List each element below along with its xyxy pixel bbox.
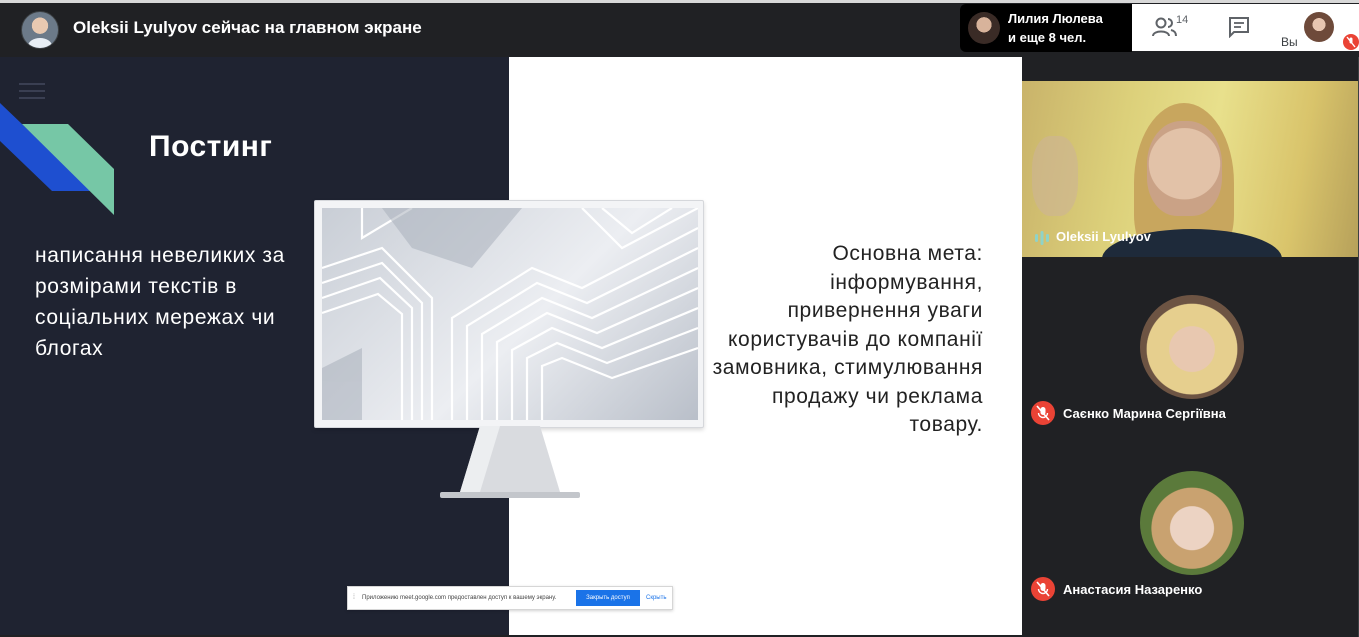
speaker-avatar [968, 12, 1000, 44]
presenter-avatar [21, 11, 59, 49]
share-message: Приложению meet.google.com предоставлен … [362, 595, 557, 601]
presenting-title: Oleksii Lyulyov сейчас на главном экране [73, 18, 422, 37]
participant-avatar [1140, 471, 1244, 575]
maze-artwork [322, 208, 698, 420]
slide-decoration-stripes [0, 103, 114, 215]
monitor-illustration [312, 200, 704, 500]
meeting-controls: 14 Вы [1132, 4, 1359, 51]
meeting-top-bar: Oleksii Lyulyov сейчас на главном экране… [0, 0, 1359, 57]
screen-share-notification: ⁞ Приложению meet.google.com предоставле… [347, 586, 673, 610]
people-count-badge: 14 [1176, 14, 1189, 26]
hide-link[interactable]: Скрыть [646, 595, 666, 601]
self-label: Вы [1281, 35, 1298, 49]
participant-name: Саєнко Марина Сергіївна [1063, 406, 1226, 421]
participant-tile[interactable]: Анастасия Назаренко [1022, 457, 1359, 633]
participant-tile-video[interactable]: Oleksii Lyulyov [1022, 81, 1359, 257]
audio-level-icon [1035, 231, 1049, 245]
participant-avatar [1140, 295, 1244, 399]
drag-handle-icon[interactable]: ⁞ [353, 594, 355, 601]
video-person-face [1147, 121, 1222, 216]
participants-column: Oleksii Lyulyov Саєнко Марина Сергіївна … [1022, 57, 1359, 637]
people-icon [1152, 17, 1177, 37]
mic-off-icon [1031, 577, 1055, 601]
participant-name: Анастасия Назаренко [1063, 582, 1203, 597]
slide-left-text: написання невеликих за розмірами текстів… [35, 244, 285, 360]
chat-button[interactable] [1228, 16, 1254, 40]
participant-name: Oleksii Lyulyov [1056, 229, 1151, 244]
monitor-stand [440, 426, 580, 498]
self-mic-off-icon [1343, 34, 1359, 50]
shared-screen-slide: Постинг написання невеликих за розмірами… [0, 57, 1022, 635]
speaker-more-count: и еще 8 чел. [1008, 30, 1087, 45]
menu-icon [19, 83, 45, 99]
monitor-screen [314, 200, 704, 428]
stop-sharing-button[interactable]: Закрыть доступ [576, 590, 640, 606]
window-edge [0, 0, 1359, 3]
chat-icon [1229, 17, 1249, 39]
video-person-hand [1032, 136, 1078, 216]
participant-tile[interactable]: Саєнко Марина Сергіївна [1022, 281, 1359, 457]
mic-off-icon [1031, 401, 1055, 425]
active-speakers-chip[interactable]: Лилия Люлева и еще 8 чел. [960, 4, 1132, 52]
slide-right-text: Основна мета: інформування, привернення … [712, 242, 983, 436]
speaker-name: Лилия Люлева [1008, 11, 1103, 26]
slide-title: Постинг [149, 130, 273, 163]
self-avatar[interactable] [1304, 12, 1334, 42]
